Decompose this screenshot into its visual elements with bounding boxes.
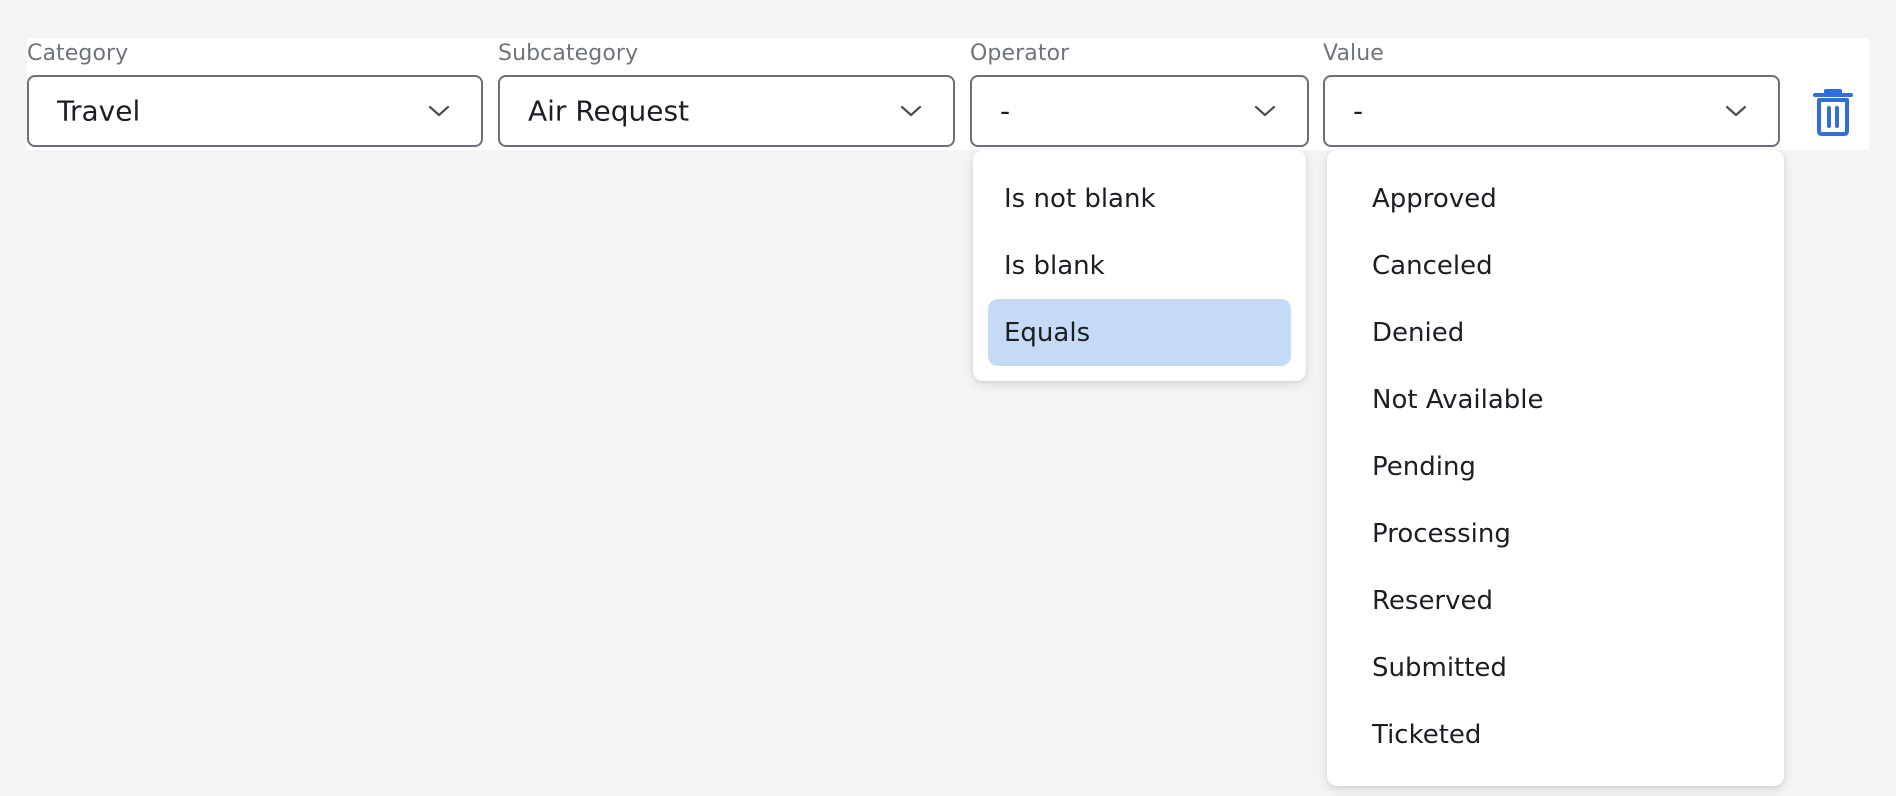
value-option-submitted[interactable]: Submitted [1342,634,1769,701]
trash-icon [1809,86,1857,138]
operator-label: Operator [970,41,1070,66]
operator-select[interactable]: - [970,75,1309,147]
chevron-down-icon [899,104,923,118]
subcategory-select[interactable]: Air Request [498,75,955,147]
value-label: Value [1323,41,1384,66]
value-option-processing[interactable]: Processing [1342,500,1769,567]
value-select[interactable]: - [1323,75,1780,147]
value-select-value: - [1353,94,1364,128]
value-option-ticketed[interactable]: Ticketed [1342,701,1769,768]
operator-option-is-not-blank[interactable]: Is not blank [988,165,1291,232]
category-label: Category [27,41,129,66]
value-dropdown-menu: Approved Canceled Denied Not Available P… [1327,150,1784,786]
value-option-canceled[interactable]: Canceled [1342,232,1769,299]
category-select[interactable]: Travel [27,75,483,147]
operator-option-equals[interactable]: Equals [988,299,1291,366]
subcategory-label: Subcategory [498,41,639,66]
value-option-approved[interactable]: Approved [1342,165,1769,232]
operator-select-value: - [1000,94,1011,128]
subcategory-select-value: Air Request [528,94,690,128]
chevron-down-icon [427,104,451,118]
value-option-reserved[interactable]: Reserved [1342,567,1769,634]
value-option-denied[interactable]: Denied [1342,299,1769,366]
category-select-value: Travel [57,94,141,128]
value-option-pending[interactable]: Pending [1342,433,1769,500]
delete-filter-button[interactable] [1809,86,1857,138]
value-option-not-available[interactable]: Not Available [1342,366,1769,433]
operator-option-is-blank[interactable]: Is blank [988,232,1291,299]
chevron-down-icon [1253,104,1277,118]
operator-dropdown-menu: Is not blank Is blank Equals [973,150,1306,381]
chevron-down-icon [1724,104,1748,118]
